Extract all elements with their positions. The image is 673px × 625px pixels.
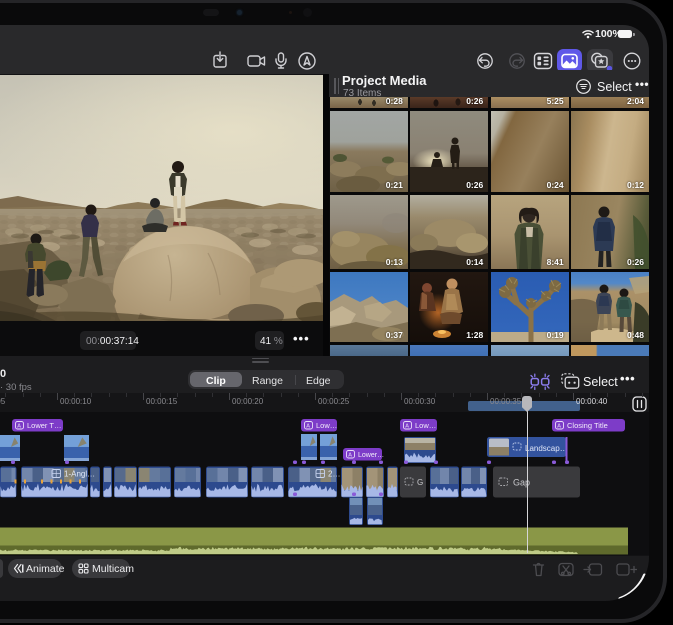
svg-text:Low…: Low… <box>415 421 436 430</box>
svg-text:A: A <box>557 424 561 430</box>
svg-text:Closing Title: Closing Title <box>567 421 608 430</box>
svg-text:G: G <box>417 478 423 487</box>
svg-text:A: A <box>306 424 310 430</box>
svg-text:A: A <box>348 453 352 459</box>
svg-text:Lower T…: Lower T… <box>27 421 61 430</box>
svg-text:Low…: Low… <box>316 421 337 430</box>
svg-text:Lower…: Lower… <box>358 452 384 459</box>
svg-text:2…: 2… <box>328 470 340 479</box>
svg-text:Landscap…: Landscap… <box>525 444 568 453</box>
svg-text:A: A <box>405 424 409 430</box>
svg-text:1-Angl…: 1-Angl… <box>64 470 95 479</box>
svg-text:A: A <box>17 424 21 430</box>
